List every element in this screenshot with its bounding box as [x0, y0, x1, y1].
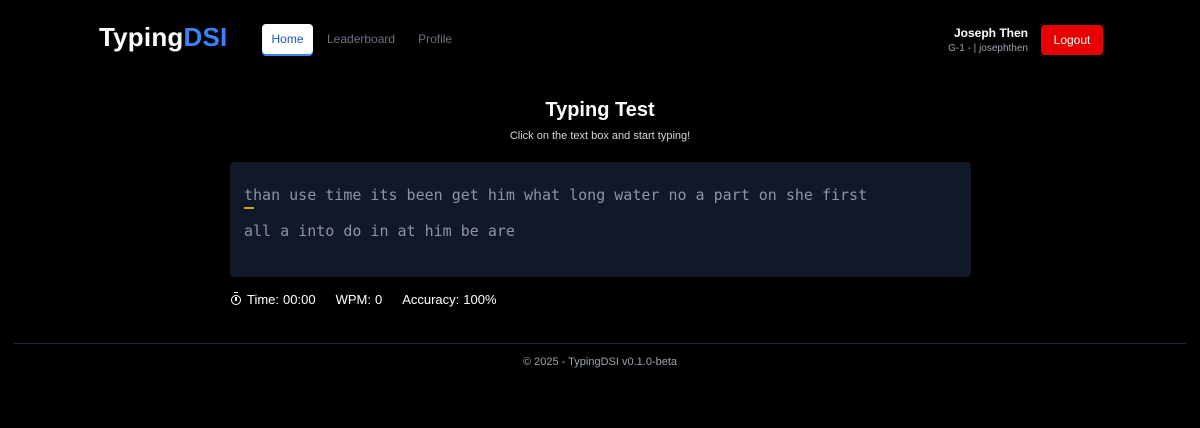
stat-accuracy-label: Accuracy:: [402, 292, 460, 307]
logo[interactable]: TypingDSI: [99, 22, 227, 53]
user-name: Joseph Then: [953, 26, 1028, 40]
logo-text-typing: Typing: [99, 22, 184, 52]
stat-wpm: WPM: 0: [336, 292, 383, 307]
typing-cursor: [244, 207, 254, 209]
typing-text-box[interactable]: than use time its been get him what long…: [230, 162, 971, 277]
page-subtitle: Click on the text box and start typing!: [509, 130, 691, 142]
stat-accuracy-value: 100%: [463, 292, 497, 307]
stat-wpm-value: 0: [374, 292, 383, 307]
nav-leaderboard-link[interactable]: Leaderboard: [327, 32, 395, 46]
user-info: Joseph Then G-1 - | josephthen: [948, 26, 1028, 54]
main-nav: Home Leaderboard Profile: [262, 24, 452, 54]
stat-time: Time: 00:00: [231, 291, 316, 307]
logout-button[interactable]: Logout: [1041, 25, 1103, 55]
page: TypingDSI Home Leaderboard Profile Josep…: [0, 0, 1200, 428]
stat-time-label: Time:: [247, 292, 280, 307]
nav-home-button[interactable]: Home: [262, 24, 313, 54]
stats-bar: Time: 00:00 WPM: 0 Accuracy: 100%: [231, 291, 497, 307]
page-title: Typing Test: [545, 99, 655, 121]
nav-profile-link[interactable]: Profile: [418, 32, 452, 46]
footer-divider: [14, 343, 1186, 344]
stat-wpm-label: WPM:: [335, 292, 371, 307]
typing-text-line: all a into do in at him be are: [244, 222, 515, 240]
stat-time-value: 00:00: [283, 292, 316, 307]
stopwatch-icon: [231, 291, 241, 305]
stat-accuracy: Accuracy: 100%: [402, 292, 496, 307]
footer-text: © 2025 - TypingDSI v0.1.0-beta: [522, 356, 678, 368]
logo-text-dsi: DSI: [183, 22, 228, 52]
user-meta: G-1 - | josephthen: [948, 43, 1028, 54]
typing-text-line: than use time its been get him what long…: [244, 186, 868, 204]
typing-text: than use time its been get him what long…: [244, 177, 957, 249]
